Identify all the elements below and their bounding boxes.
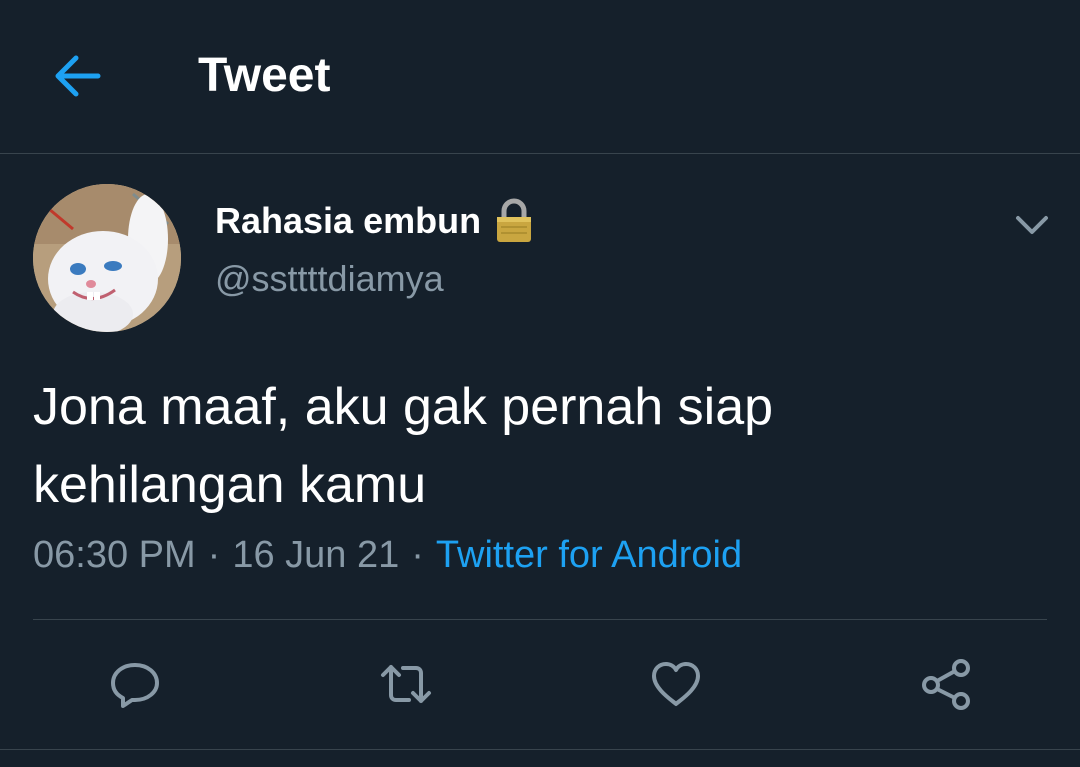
share-button[interactable] [918,656,974,712]
heart-icon [652,662,700,706]
chevron-down-icon [1016,216,1048,234]
tweet-detail-screen: Tweet Rahasia embun @ssttttdiamya Jona m… [0,0,1080,767]
author-name[interactable]: Rahasia embun [215,200,481,242]
tweet-source-link[interactable]: Twitter for Android [436,534,742,576]
tweet-time: 06:30 PM [33,534,196,576]
author-handle[interactable]: @ssttttdiamya [215,258,444,300]
reply-button[interactable] [107,656,163,712]
tweet-meta: 06:30 PM · 16 Jun 21 · Twitter for Android [33,534,742,577]
retweet-icon [381,665,431,703]
reply-icon [111,663,159,708]
like-button[interactable] [648,656,704,712]
more-options-button[interactable] [1010,205,1054,245]
tweet-date: 16 Jun 21 [232,534,400,576]
divider [0,749,1080,750]
author-name-row: Rahasia embun [215,196,533,246]
top-bar: Tweet [0,0,1080,154]
divider [33,619,1047,620]
tweet-text-line: kehilangan kamu [33,456,427,514]
arrow-left-icon [55,55,101,97]
avatar[interactable] [33,184,181,332]
avatar-image [33,184,181,332]
tweet-text-line: Jona maaf, aku gak pernah siap [33,378,774,436]
back-button[interactable] [44,46,110,106]
share-icon [922,659,970,710]
meta-separator: · [411,534,424,576]
page-title: Tweet [198,49,331,102]
retweet-button[interactable] [378,656,434,712]
tweet-text: Jona maaf, aku gak pernah siap kehilanga… [33,368,1033,524]
lock-icon [495,198,533,244]
meta-separator: · [207,534,221,576]
